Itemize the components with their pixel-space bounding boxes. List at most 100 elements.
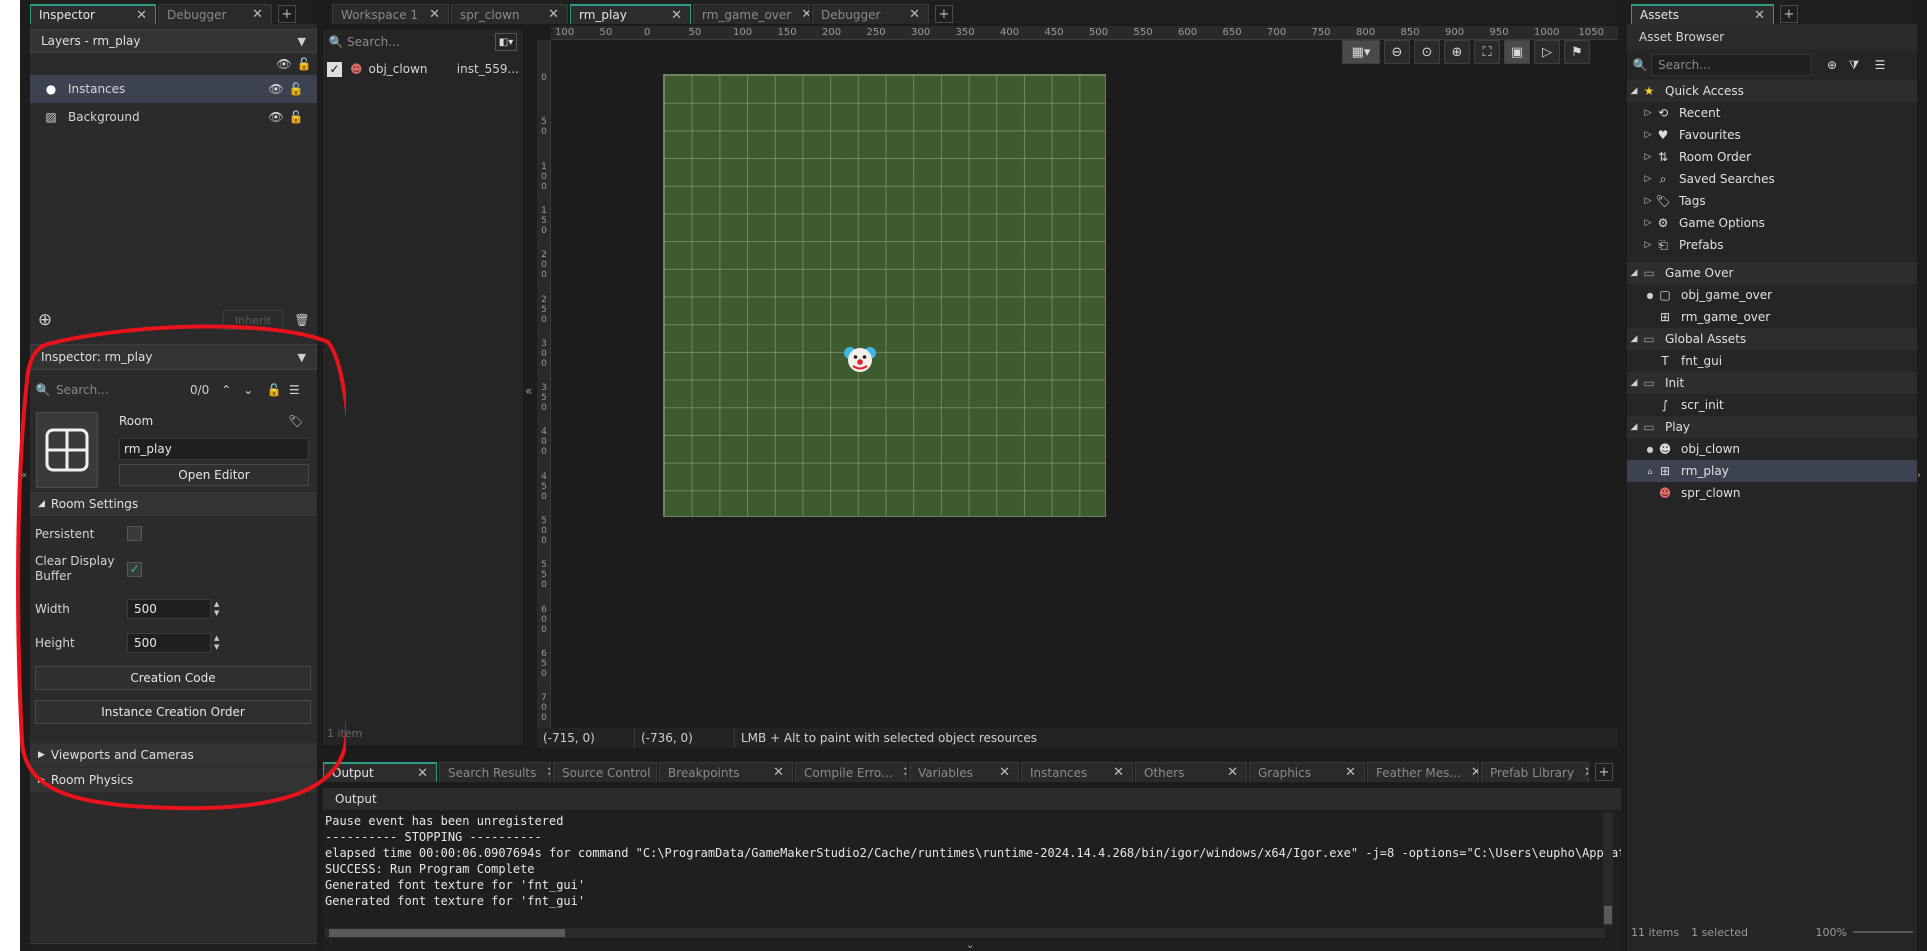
filter-icon[interactable]: ⧩ bbox=[1847, 58, 1861, 72]
close-icon[interactable]: ✕ bbox=[407, 766, 428, 781]
output-vscroll-thumb[interactable] bbox=[1604, 906, 1612, 924]
output-tab[interactable]: Breakpoints ✕ bbox=[659, 762, 793, 782]
grid-icon[interactable]: ▦▾ bbox=[1342, 40, 1380, 64]
lock-icon[interactable]: 🔓 bbox=[289, 110, 304, 124]
output-tab[interactable]: Graphics ✕ bbox=[1249, 762, 1365, 782]
close-icon[interactable]: ✕ bbox=[899, 7, 920, 22]
close-icon[interactable]: ✕ bbox=[763, 765, 784, 780]
lock-icon[interactable]: 🔓 bbox=[297, 57, 312, 71]
close-icon[interactable]: ✕ bbox=[989, 765, 1010, 780]
quick-access-item[interactable]: ▷ ⌕ Saved Searches bbox=[1627, 168, 1917, 190]
lock-icon[interactable]: 🔓 bbox=[289, 82, 304, 96]
asset-item[interactable]: ☻ spr_clown bbox=[1627, 482, 1917, 504]
layer-item-background[interactable]: ▨ Background 👁 🔓 bbox=[30, 103, 317, 131]
add-circle-icon[interactable]: ⊕ bbox=[1825, 58, 1839, 72]
add-tab-button[interactable]: + bbox=[1780, 5, 1798, 23]
flag-icon[interactable]: ⚑ bbox=[1564, 40, 1590, 64]
close-icon[interactable]: ✕ bbox=[661, 8, 682, 23]
asset-item[interactable]: ⊞ rm_game_over bbox=[1627, 306, 1917, 328]
output-tab[interactable]: Prefab Library✕ bbox=[1481, 762, 1589, 782]
close-icon[interactable]: ✕ bbox=[419, 7, 440, 22]
asset-item[interactable]: ● ▢ obj_game_over bbox=[1627, 284, 1917, 306]
close-icon[interactable]: ✕ bbox=[1461, 765, 1478, 780]
close-icon[interactable]: ✕ bbox=[791, 7, 809, 22]
asset-search-input[interactable]: Search... bbox=[1651, 54, 1811, 76]
clown-instance[interactable] bbox=[843, 342, 877, 376]
asset-group-header[interactable]: ◢ ▭ Global Assets bbox=[1627, 328, 1917, 350]
add-tab-button[interactable]: + bbox=[935, 5, 953, 23]
asset-group-header[interactable]: ◢ ▭ Game Over bbox=[1627, 262, 1917, 284]
add-tab-button[interactable]: + bbox=[278, 5, 296, 23]
close-icon[interactable]: ✕ bbox=[1574, 765, 1588, 780]
layer-item-instances[interactable]: ● Instances 👁 🔓 bbox=[30, 75, 317, 103]
asset-group-header[interactable]: ◢ ▭ Play bbox=[1627, 416, 1917, 438]
output-tab[interactable]: Compile Erro...✕ bbox=[795, 762, 907, 782]
asset-item[interactable]: Tfnt_gui bbox=[1627, 350, 1917, 372]
tab-debugger-editor[interactable]: Debugger ✕ bbox=[812, 4, 929, 24]
asset-group-header[interactable]: ◢ ▭ Init bbox=[1627, 372, 1917, 394]
quick-access-item[interactable]: ▷ ♥ Favourites bbox=[1627, 124, 1917, 146]
ruler-tick-label: 800 bbox=[1356, 27, 1376, 38]
expand-bottom-icon[interactable]: ⌄ bbox=[966, 940, 974, 951]
tab-debugger[interactable]: Debugger ✕ bbox=[158, 4, 272, 24]
quick-access-item[interactable]: ▷ ⇅ Room Order bbox=[1627, 146, 1917, 168]
instance-visible-checkbox[interactable]: ✓ bbox=[327, 61, 342, 77]
menu-icon[interactable]: ☰ bbox=[1873, 58, 1887, 72]
close-icon[interactable]: ✕ bbox=[242, 7, 263, 22]
eye-icon[interactable]: 👁 bbox=[268, 110, 283, 124]
tab-spr-clown[interactable]: spr_clown ✕ bbox=[451, 4, 568, 24]
close-icon[interactable]: ✕ bbox=[1335, 765, 1356, 780]
frame-icon[interactable]: ▣ bbox=[1504, 40, 1530, 64]
eye-icon[interactable]: 👁 bbox=[276, 57, 291, 71]
collapse-list-icon[interactable]: « bbox=[525, 384, 532, 398]
zoom-out-icon[interactable]: ⊖ bbox=[1384, 40, 1410, 64]
close-icon[interactable]: ✕ bbox=[892, 765, 906, 780]
asset-item[interactable]: ● ☻ obj_clown bbox=[1627, 438, 1917, 460]
output-hscrollbar[interactable] bbox=[325, 928, 1605, 938]
close-icon[interactable]: ✕ bbox=[1103, 765, 1124, 780]
close-icon[interactable]: ✕ bbox=[1217, 765, 1238, 780]
sprite-icon: ☻ bbox=[1658, 486, 1672, 500]
instance-row[interactable]: ✓ ☻ obj_clown inst_559... bbox=[323, 58, 523, 80]
close-icon[interactable]: ✕ bbox=[536, 765, 550, 780]
output-tab[interactable]: Source Control✕ bbox=[553, 762, 657, 782]
output-vscrollbar[interactable] bbox=[1603, 812, 1613, 926]
collapse-right-icon[interactable]: › bbox=[1917, 470, 1921, 481]
asset-item[interactable]: ∫ scr_init bbox=[1627, 394, 1917, 416]
play-icon[interactable]: ▷ bbox=[1534, 40, 1560, 64]
output-tab[interactable]: Others ✕ bbox=[1135, 762, 1247, 782]
quick-access-item[interactable]: ▷ ⟲ Recent bbox=[1627, 102, 1917, 124]
zoom-reset-icon[interactable]: ⊙ bbox=[1414, 40, 1440, 64]
tab-workspace-1[interactable]: Workspace 1 ✕ bbox=[332, 4, 449, 24]
fit-view-icon[interactable]: ⛶ bbox=[1474, 40, 1500, 64]
close-icon[interactable]: ✕ bbox=[126, 8, 147, 23]
tab-assets[interactable]: Assets ✕ bbox=[1631, 4, 1774, 24]
asset-zoom-slider[interactable] bbox=[1853, 931, 1913, 933]
font-icon: T bbox=[1661, 354, 1669, 368]
output-tab[interactable]: Instances ✕ bbox=[1021, 762, 1133, 782]
tab-inspector[interactable]: Inspector ✕ bbox=[30, 4, 156, 24]
zoom-in-icon[interactable]: ⊕ bbox=[1444, 40, 1470, 64]
quick-access-item[interactable]: ▷ ⚙ Game Options bbox=[1627, 212, 1917, 234]
room-grid[interactable] bbox=[663, 74, 1106, 517]
quick-access-item[interactable]: ▷ 🏷 Tags bbox=[1627, 190, 1917, 212]
tab-rm-game-over[interactable]: rm_game_over✕ bbox=[693, 4, 810, 24]
output-tab[interactable]: Search Results✕ bbox=[439, 762, 551, 782]
view-mode-icon[interactable]: ◧▾ bbox=[495, 33, 517, 51]
eye-icon[interactable]: 👁 bbox=[268, 82, 283, 96]
close-icon[interactable]: ✕ bbox=[650, 765, 656, 780]
layers-dropdown[interactable]: Layers - rm_play ▼ bbox=[30, 29, 317, 53]
instance-search-input[interactable]: Search... bbox=[347, 35, 467, 49]
close-icon[interactable]: ✕ bbox=[538, 7, 559, 22]
asset-item[interactable]: ⌂ ⊞ rm_play bbox=[1627, 460, 1917, 482]
output-tab[interactable]: Variables ✕ bbox=[909, 762, 1019, 782]
quick-access-header[interactable]: ◢ ★ Quick Access bbox=[1627, 80, 1917, 102]
heart-icon: ♥ bbox=[1657, 128, 1669, 142]
add-tab-button[interactable]: + bbox=[1595, 763, 1613, 781]
output-hscroll-thumb[interactable] bbox=[329, 929, 565, 937]
output-tab[interactable]: Feather Mes...✕ bbox=[1367, 762, 1479, 782]
quick-access-item[interactable]: ▷ ⎗ Prefabs bbox=[1627, 234, 1917, 256]
tab-rm-play[interactable]: rm_play ✕ bbox=[570, 4, 691, 24]
close-icon[interactable]: ✕ bbox=[1744, 8, 1765, 23]
room-canvas[interactable]: 100 50 0 50 100 150 200 250 300 350 400 450 500 550 60… bbox=[537, 26, 1618, 745]
